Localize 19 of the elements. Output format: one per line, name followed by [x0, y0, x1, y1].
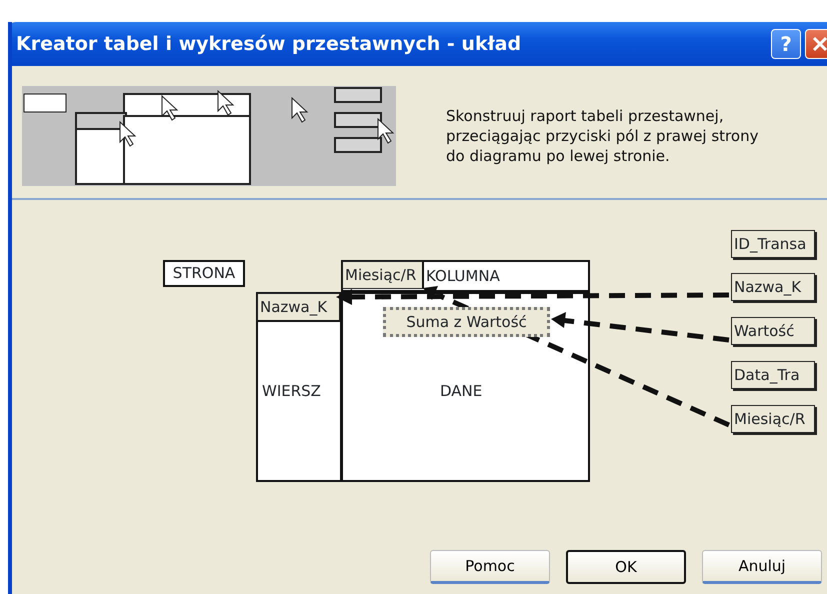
column-area-label: KOLUMNA [426, 266, 500, 287]
data-area-label: DANE [440, 381, 482, 402]
field-button[interactable]: Miesiąc/R [731, 405, 815, 433]
field-button[interactable]: Wartość [731, 317, 815, 345]
row-area-label: WIERSZ [262, 381, 321, 402]
row-field-button[interactable]: Nazwa_K [257, 293, 340, 322]
dialog-button[interactable]: Pomoc [430, 550, 550, 584]
close-button[interactable] [805, 29, 827, 59]
close-icon [812, 36, 827, 52]
dialog-button[interactable]: Anuluj [702, 550, 822, 584]
instruction-text: Skonstruuj raport tabeli przestawnej, przeciągając przyciski pól z prawej strony do diagramu po lewej stronie. [446, 106, 760, 166]
field-button[interactable]: ID_Transa [731, 230, 815, 258]
page-area-label: STRONA [163, 260, 245, 287]
field-button[interactable]: Nazwa_K [731, 273, 815, 301]
column-field-button[interactable]: Miesiąc/R [342, 261, 424, 289]
window-title: Kreator tabel i wykresów przestawnych - układ [16, 32, 522, 57]
dialog-button[interactable]: OK [566, 550, 686, 584]
field-button[interactable]: Data_Tra [731, 361, 815, 389]
data-field-button[interactable]: Suma z Wartość [383, 307, 550, 337]
